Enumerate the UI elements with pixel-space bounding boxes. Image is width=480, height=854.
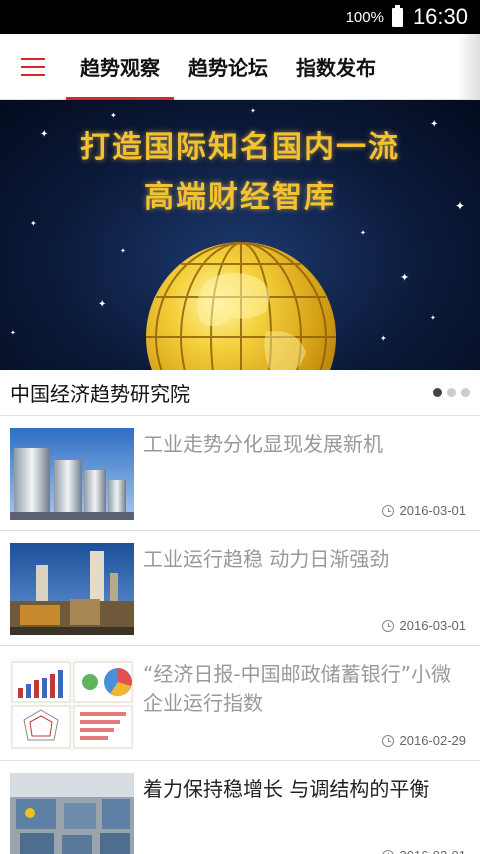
tab-scroll-shadow [458, 34, 480, 100]
article-thumbnail-charts [10, 658, 134, 750]
article-date: 2016-03-01 [399, 618, 467, 633]
article-list-item[interactable]: “经济日报-中国邮政储蓄银行”小微企业运行指数 2016-02-29 [0, 646, 480, 761]
clock-icon [381, 619, 394, 632]
clock-icon [381, 734, 394, 747]
tab-index-release[interactable]: 指数发布 [282, 34, 390, 100]
article-title: 着力保持稳增长 与调结构的平衡 [143, 777, 430, 801]
carousel-dot [447, 388, 456, 397]
clock-icon [381, 504, 394, 517]
article-title: 工业运行趋稳 动力日渐强劲 [143, 547, 390, 571]
banner-caption: 中国经济趋势研究院 [10, 382, 190, 406]
article-date-row: 2016-03-01 [381, 618, 467, 633]
article-thumbnail-factory-floor [10, 773, 134, 854]
article-list-item[interactable]: 着力保持稳增长 与调结构的平衡 2016-03-01 [0, 761, 480, 854]
article-date-row: 2016-03-01 [381, 848, 467, 854]
status-clock: 16:30 [412, 4, 468, 29]
battery-icon [391, 4, 403, 27]
banner-headline-line2: 高端财经智库 [144, 180, 336, 215]
article-title: “经济日报-中国邮政储蓄银行”小微企业运行指数 [143, 662, 451, 715]
article-date-row: 2016-03-01 [381, 503, 467, 518]
carousel-page-indicator [433, 388, 470, 397]
article-thumbnail-industrial-tanks [10, 428, 134, 520]
article-date: 2016-03-01 [399, 503, 467, 518]
article-list-item[interactable]: 工业走势分化显现发展新机 2016-03-01 [0, 416, 480, 531]
menu-icon[interactable] [0, 34, 66, 100]
article-thumbnail-power-plant [10, 543, 134, 635]
carousel-dot-active [433, 388, 442, 397]
article-date: 2016-02-29 [399, 733, 467, 748]
tab-trend-observation[interactable]: 趋势观察 [66, 34, 174, 100]
article-date-row: 2016-02-29 [381, 733, 467, 748]
article-list-item[interactable]: 工业运行趋稳 动力日渐强劲 2016-03-01 [0, 531, 480, 646]
status-bar: 100% 16:30 [0, 0, 480, 34]
carousel-dot [461, 388, 470, 397]
golden-globe-image [146, 242, 336, 370]
clock-icon [381, 849, 394, 854]
banner-carousel[interactable]: ✦ ✦ ✦ ✦ ✦ ✦ ✦ ✦ ✦ ✦ ✦ ✦ ✦ 打造国际知名国内一流 高端财… [0, 100, 480, 370]
tab-trend-forum[interactable]: 趋势论坛 [174, 34, 282, 100]
article-title: 工业走势分化显现发展新机 [143, 432, 383, 456]
top-tab-bar: 趋势观察 趋势论坛 指数发布 [0, 34, 480, 100]
banner-caption-row: 中国经济趋势研究院 [0, 370, 480, 416]
banner-headline-line1: 打造国际知名国内一流 [80, 130, 400, 165]
article-date: 2016-03-01 [400, 848, 467, 854]
battery-percentage: 100% [345, 8, 384, 26]
